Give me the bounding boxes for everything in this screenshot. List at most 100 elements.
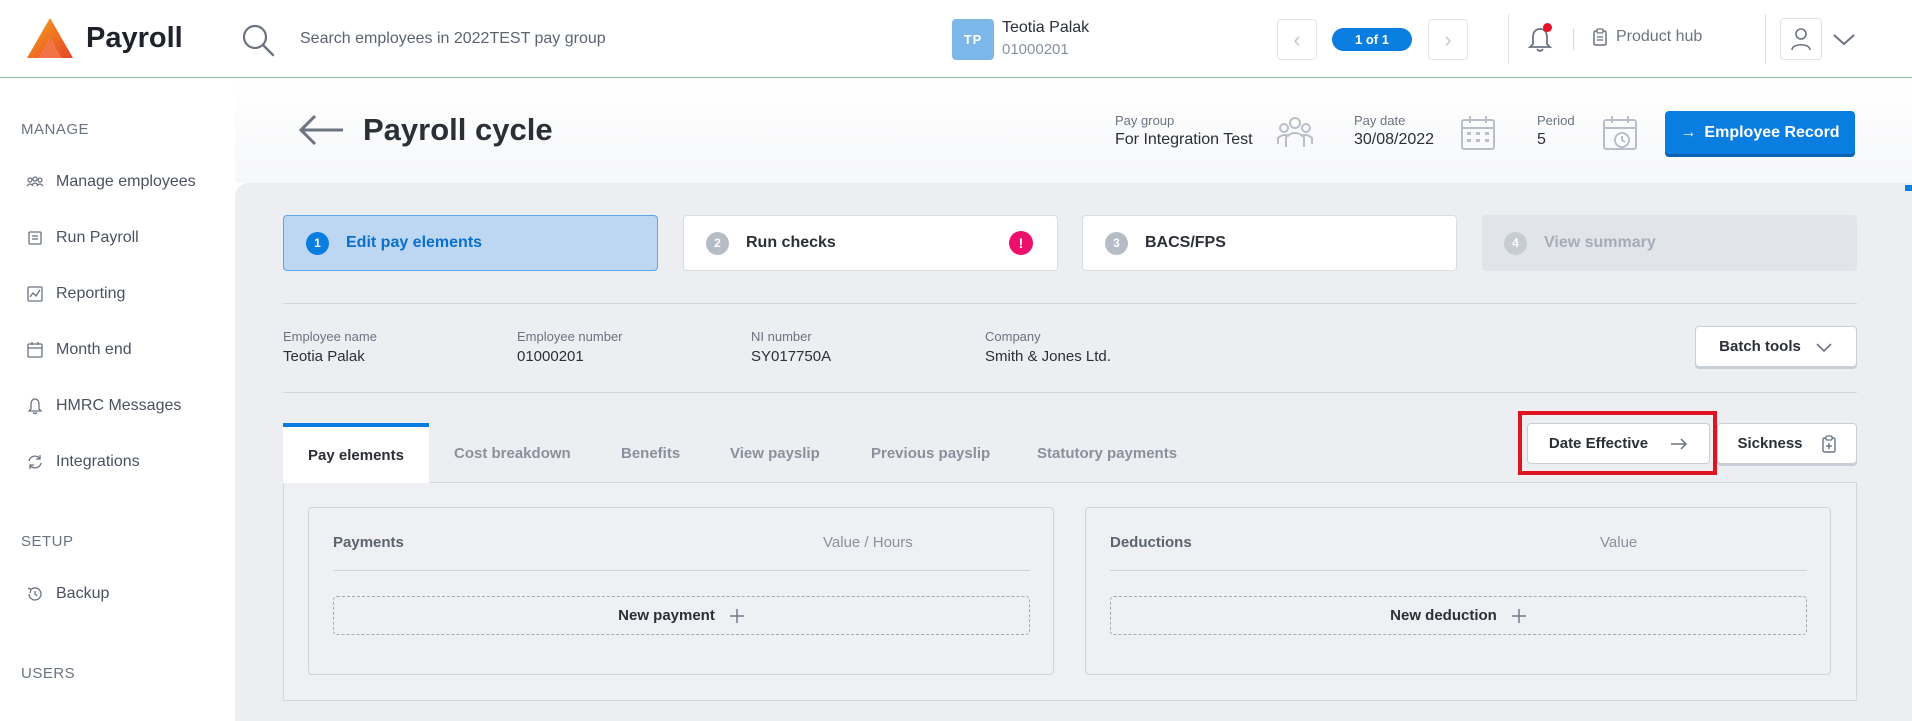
notification-dot [1543,23,1552,32]
employee-switcher-name: Teotia Palak [1002,19,1090,36]
employee-pager: 1 of 1 [1332,28,1412,51]
search-input[interactable] [300,24,860,54]
sickness-label: Sickness [1737,435,1803,452]
sidebar-item-label: HMRC Messages [56,397,182,414]
sidebar-item-label: Backup [56,585,110,602]
employee-record-label: Employee Record [1704,123,1840,141]
payroll-run-icon [28,231,42,245]
sidebar: MANAGE Manage employees Run Payroll Repo… [0,79,235,721]
payments-column-header: Value / Hours [823,534,913,551]
sidebar-heading-users: USERS [21,665,76,682]
scrollbar-indicator[interactable] [1905,185,1912,191]
plus-icon [729,608,744,623]
sickness-button[interactable]: Sickness [1717,423,1857,464]
search-icon[interactable] [240,22,276,58]
sidebar-item-label: Month end [56,341,132,358]
step-label: View summary [1544,234,1656,251]
deductions-card: Deductions Value New deduction [1085,507,1831,675]
step-label: Run checks [746,234,836,251]
sidebar-heading-manage: MANAGE [21,121,90,138]
employee-switcher-number: 01000201 [1002,41,1069,58]
employee-record-button[interactable]: → Employee Record [1665,111,1855,154]
pay-group-label: Pay group [1115,113,1175,128]
calendar-icon [1461,116,1495,150]
app-title: Payroll [86,22,183,54]
chevron-right-icon: › [1444,26,1452,52]
ni-number-value: SY017750A [751,348,832,365]
divider [333,570,1030,571]
header-divider [1508,14,1509,64]
sidebar-item-reporting[interactable]: Reporting [26,279,125,309]
ni-number-label: NI number [751,329,812,344]
header-divider [1765,14,1766,64]
calendar-icon [27,342,43,358]
medical-clipboard-icon [1821,434,1836,453]
next-employee-button[interactable]: › [1428,19,1468,60]
product-hub-label: Product hub [1616,28,1703,45]
highlight-annotation [1518,411,1717,475]
sidebar-item-label: Integrations [56,453,140,470]
tab-cost-breakdown[interactable]: Cost breakdown [454,423,571,483]
header-divider [1573,28,1574,50]
step-bacs-fps[interactable]: 3 BACS/FPS [1082,215,1457,271]
new-payment-button[interactable]: New payment [333,596,1030,635]
batch-tools-label: Batch tools [1719,338,1801,355]
employee-name-label: Employee name [283,329,377,344]
step-view-summary: 4 View summary [1482,215,1857,271]
sidebar-item-label: Run Payroll [56,229,139,246]
plus-icon [1511,608,1526,623]
sidebar-item-run-payroll[interactable]: Run Payroll [26,223,139,253]
history-icon [27,587,42,601]
step-number: 2 [706,231,729,255]
pay-date-label: Pay date [1354,113,1406,128]
divider [283,303,1857,304]
new-payment-label: New payment [618,607,715,624]
sidebar-item-backup[interactable]: Backup [26,579,109,609]
deductions-title: Deductions [1110,534,1192,551]
sidebar-item-label: Manage employees [56,173,196,190]
employee-number-label: Employee number [517,329,623,344]
bell-icon [27,398,43,415]
divider [1110,570,1807,571]
page-title: Payroll cycle [363,112,553,147]
user-avatar-button[interactable] [1780,18,1822,60]
clipboard-icon [1593,28,1607,46]
top-bar: Payroll TP Teotia Palak 01000201 ‹ 1 of … [0,0,1912,78]
pay-group-value: For Integration Test [1115,131,1253,148]
payments-title: Payments [333,534,404,551]
step-number: 4 [1504,231,1527,255]
step-edit-pay-elements[interactable]: 1 Edit pay elements [283,215,658,271]
pay-date-value: 30/08/2022 [1354,131,1435,148]
back-arrow-icon[interactable] [297,112,347,148]
sidebar-item-manage-employees[interactable]: Manage employees [26,167,196,197]
chart-icon [27,286,43,302]
warning-icon: ! [1009,231,1033,255]
tab-view-payslip[interactable]: View payslip [730,423,820,483]
new-deduction-button[interactable]: New deduction [1110,596,1807,635]
employee-initials-badge: TP [952,19,994,60]
new-deduction-label: New deduction [1390,607,1497,624]
batch-tools-button[interactable]: Batch tools [1695,326,1857,367]
tab-benefits[interactable]: Benefits [621,423,680,483]
tab-previous-payslip[interactable]: Previous payslip [871,423,990,483]
deductions-column-header: Value [1600,534,1638,551]
step-run-checks[interactable]: 2 Run checks ! [683,215,1058,271]
sync-icon [28,455,42,469]
product-hub-link[interactable]: Product hub [1592,28,1702,46]
sidebar-heading-setup: SETUP [21,533,74,550]
company-label: Company [985,329,1041,344]
payroll-logo-icon [27,18,73,58]
tab-pay-elements[interactable]: Pay elements [283,423,429,483]
sidebar-item-integrations[interactable]: Integrations [26,447,140,477]
sidebar-item-month-end[interactable]: Month end [26,335,132,365]
tab-statutory-payments[interactable]: Statutory payments [1037,423,1177,483]
chevron-down-icon[interactable] [1830,26,1858,52]
employee-name-value: Teotia Palak [283,348,365,365]
sidebar-item-hmrc-messages[interactable]: HMRC Messages [26,391,181,421]
sidebar-item-label: Reporting [56,285,126,302]
period-label: Period [1537,113,1575,128]
previous-employee-button[interactable]: ‹ [1277,19,1317,60]
step-label: Edit pay elements [346,234,483,251]
step-number: 1 [306,231,329,255]
employee-number-value: 01000201 [517,348,584,365]
